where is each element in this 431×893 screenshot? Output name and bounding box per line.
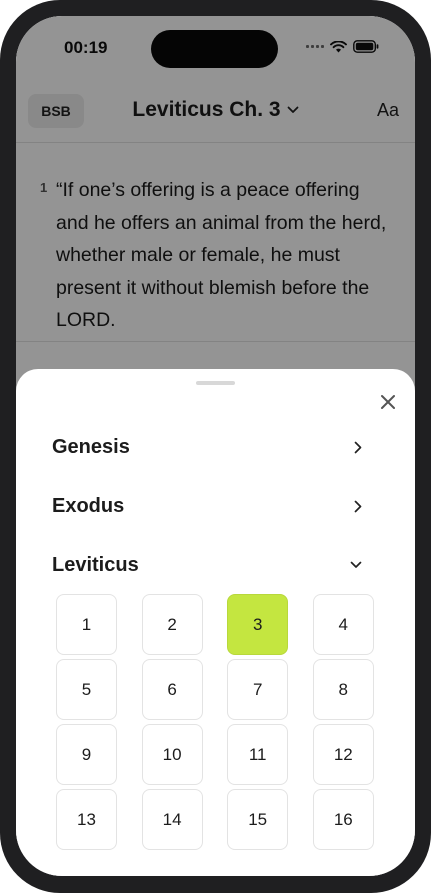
close-button[interactable] xyxy=(375,389,401,415)
book-row-genesis[interactable]: Genesis xyxy=(52,427,362,467)
book-name: Exodus xyxy=(52,494,125,517)
chapter-button[interactable]: 10 xyxy=(141,724,203,785)
chapter-button[interactable]: 4 xyxy=(312,594,374,655)
phone-frame: 00:19 BSB Leviticus Ch. 3 Aa 1 “If one’s… xyxy=(0,0,431,893)
chevron-right-icon xyxy=(354,500,362,513)
chapter-grid: 1 2 3 4 5 6 7 8 9 10 11 12 13 14 15 16 xyxy=(56,594,374,850)
drag-handle[interactable] xyxy=(196,381,235,385)
close-icon xyxy=(381,395,395,409)
book-name: Leviticus xyxy=(52,553,139,576)
chapter-button[interactable]: 5 xyxy=(56,659,117,720)
chapter-button[interactable]: 15 xyxy=(227,789,289,850)
chapter-button[interactable]: 8 xyxy=(312,659,374,720)
chapter-button[interactable]: 14 xyxy=(141,789,203,850)
chapter-button[interactable]: 16 xyxy=(312,789,374,850)
chapter-button[interactable]: 1 xyxy=(56,594,117,655)
chevron-right-icon xyxy=(354,441,362,454)
chapter-button[interactable]: 7 xyxy=(227,659,289,720)
book-row-leviticus[interactable]: Leviticus xyxy=(52,545,362,585)
chapter-button[interactable]: 11 xyxy=(227,724,289,785)
book-name: Genesis xyxy=(52,435,130,458)
chapter-button[interactable]: 13 xyxy=(56,789,117,850)
chapter-button[interactable]: 2 xyxy=(141,594,203,655)
chapter-button[interactable]: 12 xyxy=(312,724,374,785)
book-chapter-sheet: Genesis Exodus Leviticus 1 2 3 4 5 6 7 8 9 10 11 12… xyxy=(16,369,415,876)
screen: 00:19 BSB Leviticus Ch. 3 Aa 1 “If one’s… xyxy=(16,16,415,876)
chapter-button[interactable]: 9 xyxy=(56,724,117,785)
chapter-button[interactable]: 3 xyxy=(227,594,289,655)
chevron-down-icon xyxy=(350,561,362,569)
chapter-button[interactable]: 6 xyxy=(141,659,203,720)
book-row-exodus[interactable]: Exodus xyxy=(52,486,362,526)
